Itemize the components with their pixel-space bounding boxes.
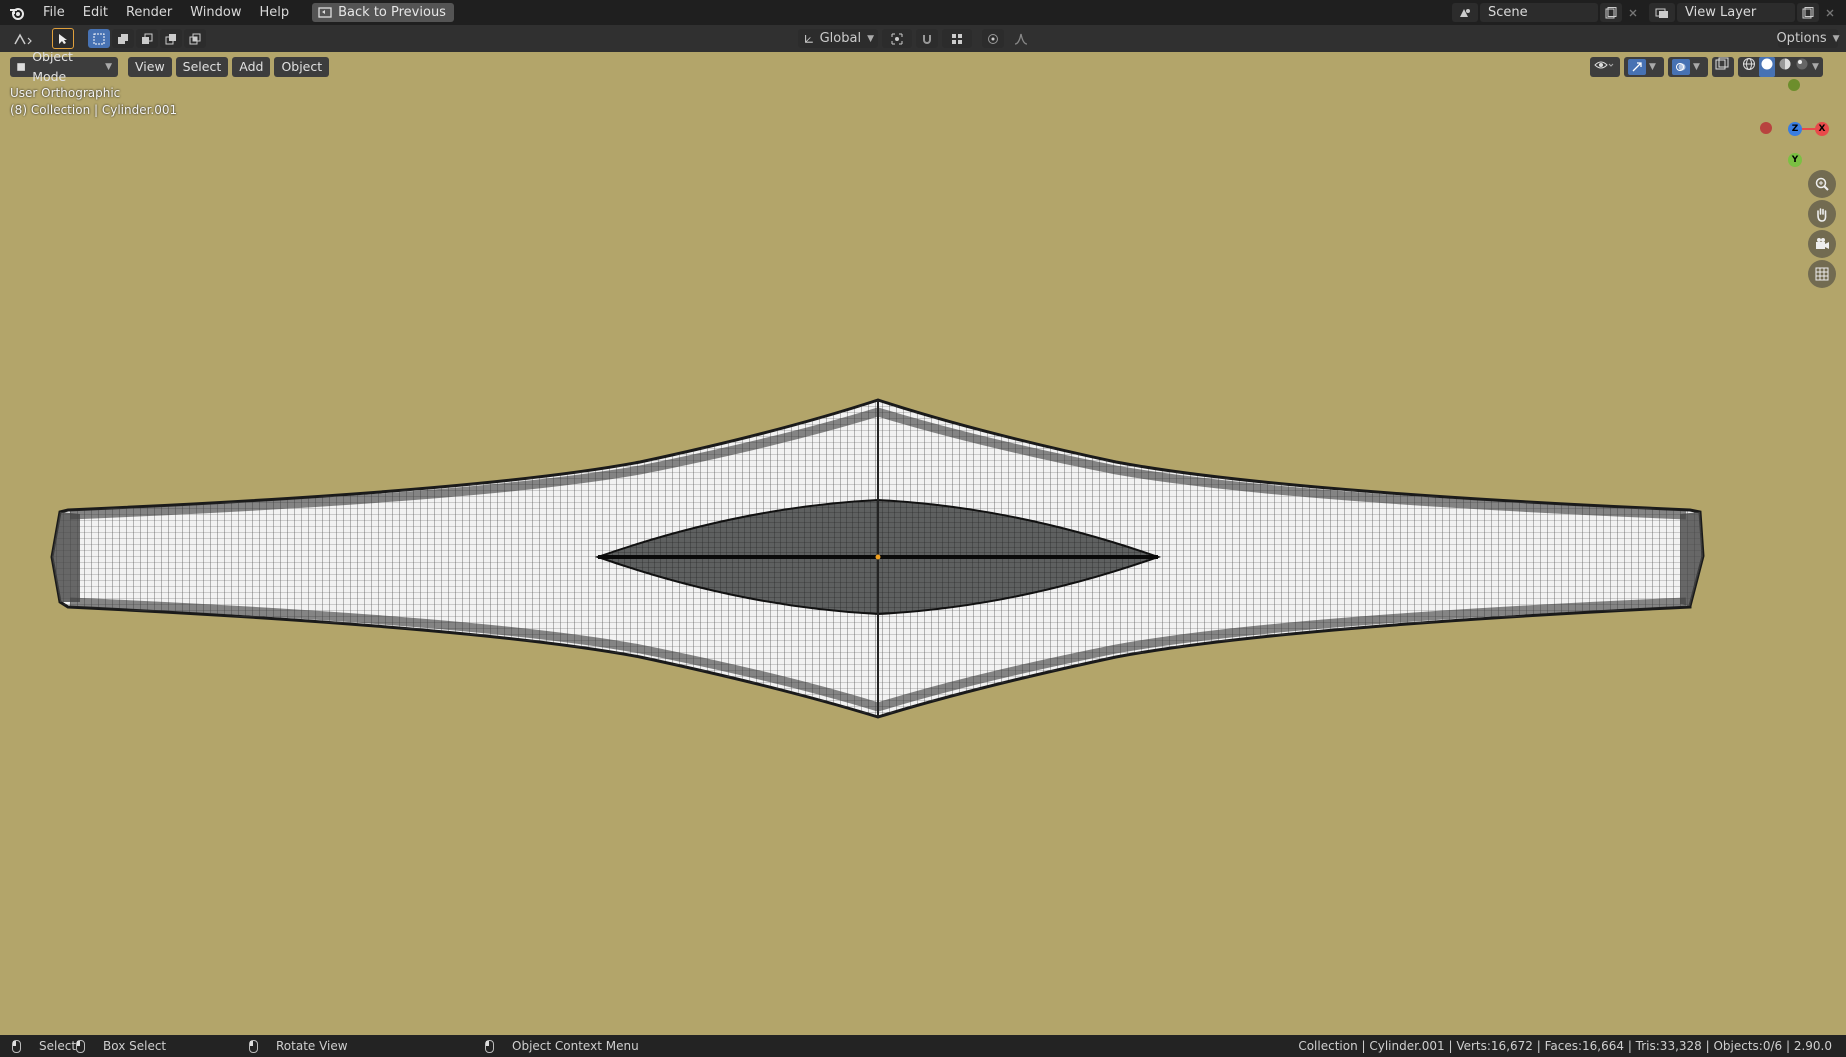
gizmo-neg-y-icon[interactable]: [1788, 79, 1800, 91]
rendered-shading-icon[interactable]: [1795, 57, 1809, 77]
object-mode-label: Object Mode: [32, 52, 73, 84]
viewport-header-left: Object Mode ▼ View Select Add Object: [10, 52, 330, 84]
editor-type-icon[interactable]: [8, 29, 40, 48]
select-menu[interactable]: Select: [175, 57, 229, 77]
chevron-down-icon[interactable]: ▼: [1812, 57, 1819, 77]
pan-hand-icon[interactable]: [1808, 200, 1836, 228]
view-name-label: User Orthographic: [10, 86, 121, 100]
status-context-menu-label: Object Context Menu: [512, 1039, 639, 1053]
menu-help[interactable]: Help: [251, 0, 299, 25]
extend-selection-icon[interactable]: [112, 29, 134, 48]
chevron-down-icon: ▼: [105, 62, 112, 72]
transform-orientation-dropdown[interactable]: Global ▼: [798, 29, 878, 48]
eye-icon: [1594, 61, 1614, 69]
solid-shading-icon[interactable]: [1759, 57, 1775, 77]
3d-viewport[interactable]: Object Mode ▼ View Select Add Object ▼ ▼: [0, 52, 1846, 1035]
view-layer-browse-icon[interactable]: [1649, 3, 1675, 22]
overlays-toggle-icon[interactable]: [1672, 59, 1690, 75]
scene-selector: Scene: [1452, 3, 1644, 22]
scene-statistics: Collection | Cylinder.001 | Verts:16,672…: [1298, 1039, 1832, 1053]
proportional-falloff-icon[interactable]: [1008, 29, 1034, 48]
snap-target-dropdown[interactable]: [942, 29, 972, 48]
snap-toggle-icon[interactable]: [916, 29, 938, 48]
collection-info-label: (8) Collection | Cylinder.001: [10, 103, 178, 117]
xray-toggle-icon[interactable]: [1712, 57, 1734, 77]
blender-logo-icon[interactable]: [0, 0, 34, 25]
gizmo-dropdown[interactable]: ▼: [1624, 57, 1664, 77]
left-mouse-icon: [12, 1039, 21, 1053]
add-menu[interactable]: Add: [232, 57, 271, 77]
options-label: Options: [1776, 31, 1827, 46]
view-layer-name-field[interactable]: View Layer: [1677, 3, 1795, 22]
back-to-previous-label: Back to Previous: [338, 5, 446, 20]
gizmo-z-axis-icon[interactable]: Z: [1788, 122, 1802, 136]
overlays-dropdown[interactable]: ▼: [1668, 57, 1708, 77]
options-dropdown[interactable]: Options ▼: [1776, 29, 1840, 48]
intersect-selection-icon[interactable]: [184, 29, 206, 48]
menu-render[interactable]: Render: [117, 0, 181, 25]
set-new-selection-icon[interactable]: [88, 29, 110, 48]
status-select-hint: Select: [12, 1035, 76, 1057]
status-box-select-hint: Box Select: [76, 1035, 166, 1057]
drag-mouse-icon: [76, 1039, 85, 1053]
transform-settings-group: Global ▼: [798, 29, 1034, 48]
orientation-axes-icon: [805, 34, 813, 43]
status-rotate-label: Rotate View: [276, 1039, 348, 1053]
visibility-dropdown[interactable]: [1590, 57, 1620, 77]
scene-name-field[interactable]: Scene: [1480, 3, 1598, 22]
menu-edit[interactable]: Edit: [74, 0, 117, 25]
snap-grid-icon: [952, 33, 962, 44]
back-to-previous-button[interactable]: Back to Previous: [312, 3, 454, 22]
shading-mode-group: ▼: [1738, 57, 1823, 77]
status-rotate-hint: Rotate View: [249, 1035, 348, 1057]
object-mode-icon: [17, 63, 25, 71]
view-menu[interactable]: View: [128, 57, 172, 77]
status-select-label: Select: [39, 1039, 77, 1053]
chevron-down-icon: ▼: [1649, 62, 1656, 72]
gizmo-y-axis-icon[interactable]: Y: [1788, 153, 1802, 167]
delete-view-layer-icon[interactable]: [1819, 3, 1841, 22]
status-box-select-label: Box Select: [103, 1039, 167, 1053]
scene-browse-icon[interactable]: [1452, 3, 1478, 22]
menu-window[interactable]: Window: [181, 0, 250, 25]
gizmo-toggle-icon[interactable]: [1628, 59, 1646, 75]
transform-orientation-label: Global: [819, 31, 862, 46]
proportional-editing-icon[interactable]: [982, 29, 1004, 48]
object-mode-dropdown[interactable]: Object Mode ▼: [10, 52, 118, 84]
material-shading-icon[interactable]: [1778, 57, 1792, 77]
middle-mouse-icon: [249, 1039, 258, 1053]
cylinder-mesh-wireframe[interactable]: [0, 52, 1846, 1035]
zoom-icon[interactable]: [1808, 170, 1836, 198]
status-bar: Select Box Select Rotate View Object Con…: [0, 1035, 1846, 1057]
subtract-selection-icon[interactable]: [136, 29, 158, 48]
view-layer-selector: View Layer: [1649, 3, 1841, 22]
object-menu[interactable]: Object: [274, 57, 330, 77]
top-menu-bar: File Edit Render Window Help Back to Pre…: [0, 0, 1846, 25]
screen-icon: [318, 6, 332, 18]
viewport-header-right: ▼ ▼ ▼: [1590, 57, 1823, 77]
gizmo-neg-x-icon[interactable]: [1760, 122, 1772, 134]
navigation-gizmo[interactable]: Z X Y: [1755, 79, 1835, 167]
delete-scene-icon[interactable]: [1622, 3, 1644, 22]
pivot-icon: [891, 33, 903, 44]
new-view-layer-icon[interactable]: [1797, 3, 1819, 22]
chevron-down-icon: ▼: [1693, 62, 1700, 72]
chevron-down-icon: ▼: [867, 33, 874, 44]
status-context-menu-hint: Object Context Menu: [485, 1035, 639, 1057]
camera-view-icon[interactable]: [1808, 230, 1836, 258]
gizmo-x-axis-icon[interactable]: X: [1815, 122, 1829, 136]
chevron-down-icon: ▼: [1832, 33, 1840, 44]
right-mouse-icon: [485, 1039, 494, 1053]
new-scene-icon[interactable]: [1600, 3, 1622, 22]
toggle-perspective-grid-icon[interactable]: [1808, 260, 1836, 288]
select-tool-icon[interactable]: [52, 28, 74, 49]
invert-selection-icon[interactable]: [160, 29, 182, 48]
pivot-point-dropdown[interactable]: [882, 29, 912, 48]
selection-mode-group: [88, 29, 206, 48]
menu-file[interactable]: File: [34, 0, 74, 25]
wireframe-shading-icon[interactable]: [1742, 57, 1756, 77]
tool-settings-bar: Global ▼ Options ▼: [0, 25, 1846, 52]
